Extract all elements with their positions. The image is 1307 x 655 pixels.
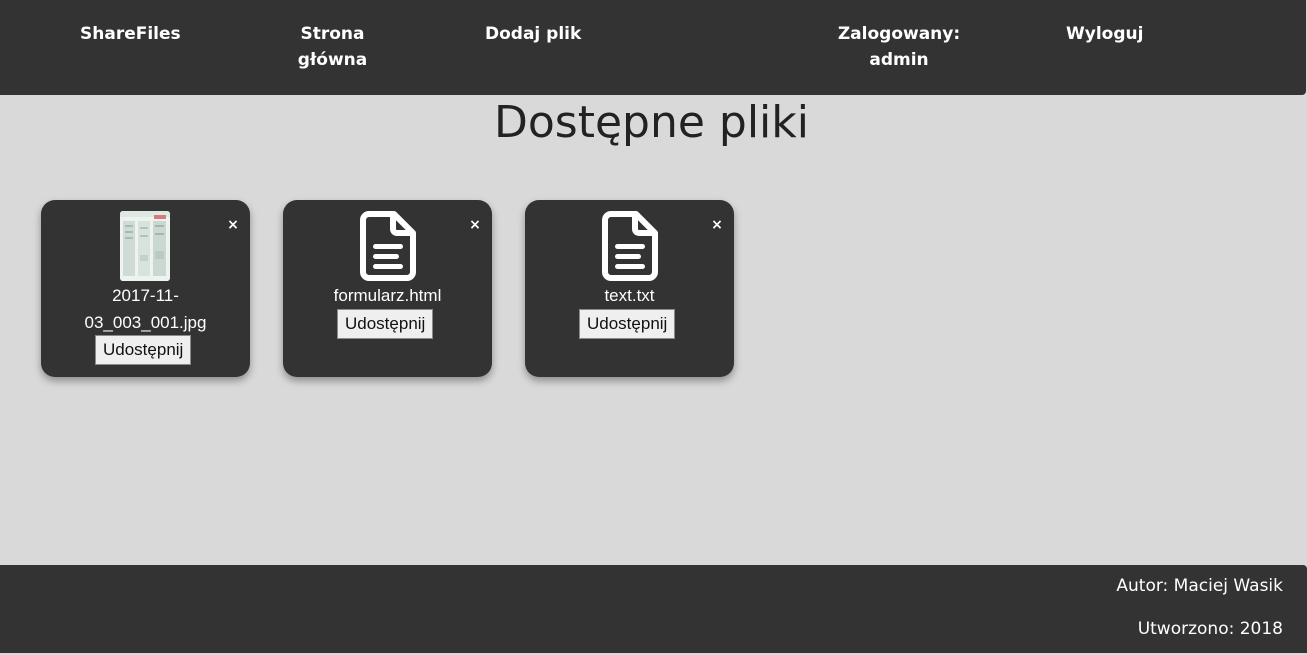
- footer-created: Utworzono: 2018: [1137, 619, 1283, 639]
- logged-in-user: Zalogowany: admin: [835, 21, 963, 73]
- document-icon: [601, 210, 659, 282]
- footer-author: Autor: Maciej Wasik: [1116, 576, 1283, 596]
- file-name: 2017-11- 03_003_001.jpg: [41, 282, 250, 336]
- file-card: × formularz.html Udostępnij: [283, 200, 492, 377]
- file-card: × text.txt Udostępnij: [525, 200, 734, 377]
- top-navbar: ShareFiles Strona główna Dodaj plik Zalo…: [0, 0, 1306, 95]
- file-card: × 2017-11- 03_003_001.jpg Udostępnij: [41, 200, 250, 377]
- nav-logout-link[interactable]: Wyloguj: [1066, 21, 1143, 47]
- delete-file-button[interactable]: ×: [225, 216, 241, 234]
- nav-home-link[interactable]: Strona główna: [296, 21, 369, 73]
- share-button[interactable]: Udostępnij: [337, 309, 434, 339]
- file-name: text.txt: [604, 286, 655, 305]
- nav-add-file-link[interactable]: Dodaj plik: [485, 21, 581, 47]
- delete-file-button[interactable]: ×: [709, 216, 725, 234]
- footer: Autor: Maciej Wasik Utworzono: 2018: [0, 565, 1307, 653]
- image-thumbnail-icon: [120, 211, 170, 281]
- file-name-line1: 2017-11-: [112, 286, 179, 305]
- logged-in-label: Zalogowany:: [837, 24, 961, 44]
- nav-home-line2: główna: [297, 50, 368, 70]
- document-icon: [359, 210, 417, 282]
- share-button[interactable]: Udostępnij: [95, 335, 192, 365]
- file-name-line2: 03_003_001.jpg: [84, 313, 207, 332]
- page-title: Dostępne pliki: [493, 97, 809, 148]
- delete-file-button[interactable]: ×: [467, 216, 483, 234]
- nav-home-line1: Strona: [300, 24, 365, 44]
- file-name: formularz.html: [333, 286, 442, 305]
- share-button[interactable]: Udostępnij: [579, 309, 676, 339]
- brand-link[interactable]: ShareFiles: [80, 21, 181, 47]
- logged-in-username: admin: [869, 50, 929, 70]
